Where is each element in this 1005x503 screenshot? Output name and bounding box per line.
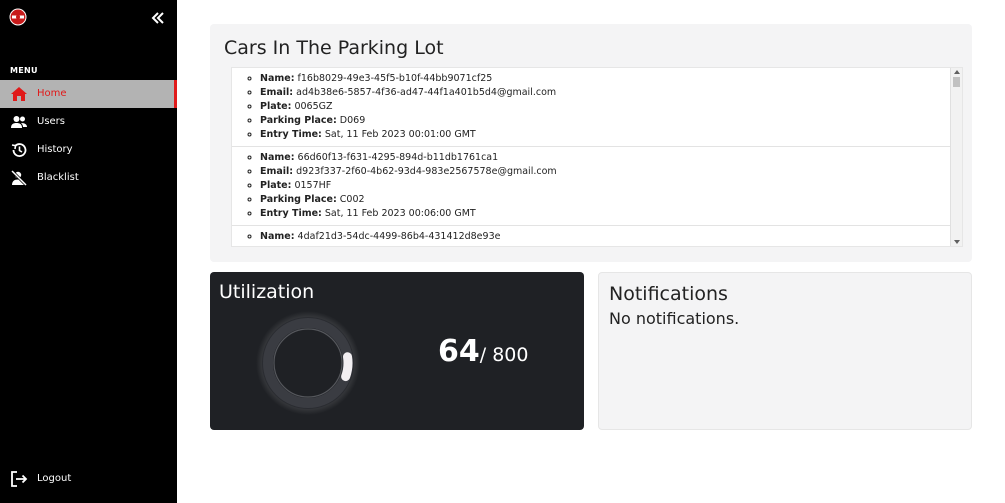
logout-button[interactable]: Logout	[0, 466, 177, 492]
occupied-count: 64	[438, 334, 480, 369]
car-email: Email: ad4b38e6-5857-4f36-ad47-44f1a401b…	[260, 86, 962, 100]
car-parking-place: Parking Place: C002	[260, 193, 962, 207]
home-icon	[11, 87, 27, 101]
sidebar-item-home[interactable]: Home	[0, 80, 177, 108]
capacity-total: / 800	[479, 344, 529, 366]
car-plate: Plate: 0157HF	[260, 179, 962, 193]
car-name: Name: f16b8029-49e3-45f5-b10f-44bb9071cf…	[260, 72, 962, 86]
utilization-card: Utilization 64/ 800	[210, 272, 584, 430]
collapse-sidebar-icon[interactable]	[150, 10, 166, 26]
sidebar-item-label: Blacklist	[37, 172, 79, 183]
car-name: Name: 4daf21d3-54dc-4499-86b4-431412d8e9…	[260, 230, 962, 244]
sidebar-item-blacklist[interactable]: Blacklist	[0, 164, 177, 192]
utilization-arc	[341, 352, 353, 382]
sidebar-item-label: Users	[37, 116, 66, 127]
cars-card: Cars In The Parking Lot Name: f16b8029-4…	[210, 24, 972, 262]
list-item: Name: 4daf21d3-54dc-4499-86b4-431412d8e9…	[232, 226, 962, 246]
logo-icon	[9, 8, 27, 26]
car-parking-place: Parking Place: D069	[260, 114, 962, 128]
history-icon	[11, 143, 27, 157]
scroll-up-icon[interactable]	[954, 70, 960, 74]
logout-label: Logout	[37, 473, 72, 484]
scroll-down-icon[interactable]	[954, 240, 960, 244]
car-email: Email: d923f337-2f60-4b62-93d4-983e25675…	[260, 165, 962, 179]
car-name: Name: 66d60f13-f631-4295-894d-b11db1761c…	[260, 151, 962, 165]
list-item: Name: 66d60f13-f631-4295-894d-b11db1761c…	[232, 147, 962, 226]
users-icon	[11, 116, 27, 128]
notifications-card: Notifications No notifications.	[598, 272, 972, 430]
sidebar-item-label: History	[37, 144, 73, 155]
list-item: Name: f16b8029-49e3-45f5-b10f-44bb9071cf…	[232, 68, 962, 147]
sidebar-nav: Home Users History Blacklist	[0, 80, 177, 192]
notifications-message: No notifications.	[609, 309, 740, 328]
blacklist-icon	[10, 169, 28, 187]
menu-label: MENU	[10, 66, 38, 75]
logout-icon	[11, 471, 28, 487]
sidebar-item-label: Home	[37, 88, 67, 99]
utilization-count: 64/ 800	[438, 334, 528, 369]
notifications-title: Notifications	[609, 283, 728, 305]
car-entry-time: Entry Time: Sat, 11 Feb 2023 00:01:00 GM…	[260, 128, 962, 142]
sidebar: MENU Home Users History Blacklist Logout	[0, 0, 177, 503]
cars-title: Cars In The Parking Lot	[224, 37, 444, 59]
scroll-thumb[interactable]	[953, 77, 960, 87]
sidebar-item-history[interactable]: History	[0, 136, 177, 164]
cars-list[interactable]: Name: f16b8029-49e3-45f5-b10f-44bb9071cf…	[231, 67, 963, 247]
utilization-gauge	[256, 311, 360, 415]
list-scrollbar[interactable]	[950, 68, 962, 246]
car-plate: Plate: 0065GZ	[260, 100, 962, 114]
car-entry-time: Entry Time: Sat, 11 Feb 2023 00:06:00 GM…	[260, 207, 962, 221]
sidebar-item-users[interactable]: Users	[0, 108, 177, 136]
utilization-title: Utilization	[219, 281, 315, 303]
